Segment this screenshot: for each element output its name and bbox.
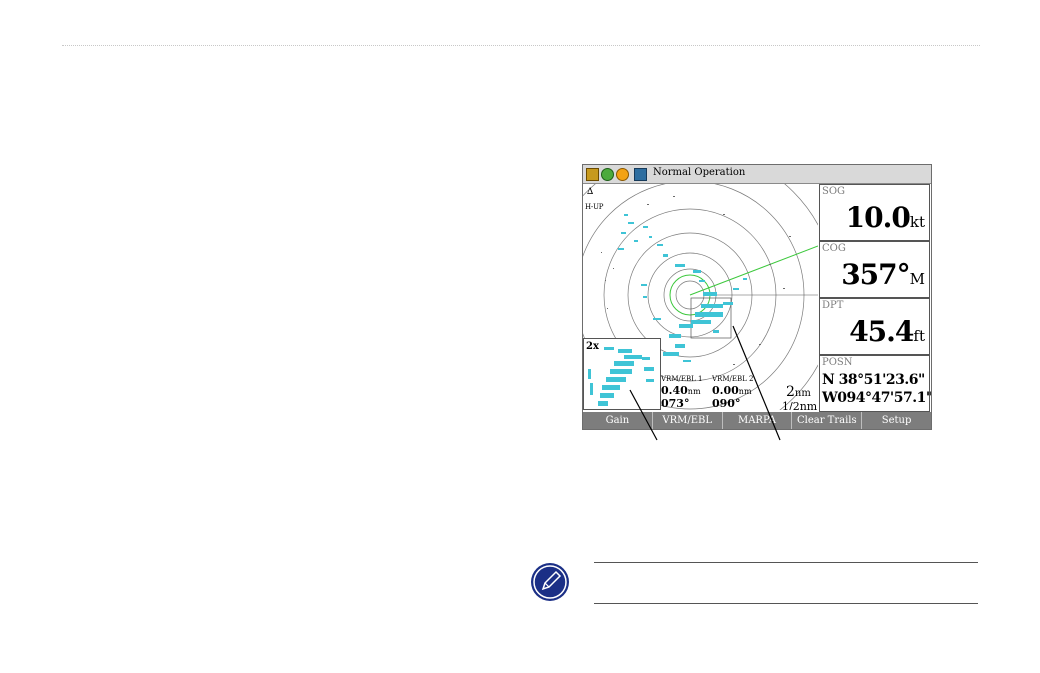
dpt-panel[interactable]: DPT 45.4ft: [819, 298, 930, 355]
sog-value: 10.0kt: [845, 201, 925, 234]
softkey-bar: Gain VRM/EBL MARPA Clear Trails Setup: [583, 412, 931, 429]
sog-panel[interactable]: SOG 10.0kt: [819, 184, 930, 241]
zoom-window[interactable]: 2x: [583, 338, 661, 410]
note-top-rule: [594, 562, 978, 563]
cog-panel[interactable]: COG 357°M: [819, 241, 930, 298]
page-top-rule: [62, 45, 980, 46]
posn-panel[interactable]: POSN N 38°51'23.6" W094°47'57.1": [819, 355, 932, 412]
vrm1-label: VRM/EBL 1: [661, 375, 703, 383]
status-text: Normal Operation: [653, 167, 746, 178]
sog-label: SOG: [822, 186, 846, 197]
softkey-clear-trails[interactable]: Clear Trails: [792, 412, 863, 429]
gps-icon[interactable]: [601, 168, 614, 181]
vrm2-bearing: 090°: [712, 397, 741, 410]
radar-range: 2nm: [786, 384, 811, 400]
posn-label: POSN: [822, 357, 853, 368]
posn-longitude: W094°47'57.1": [822, 390, 932, 406]
softkey-marpa[interactable]: MARPA: [723, 412, 793, 429]
orientation-mode: H-UP: [585, 203, 604, 211]
radar-display[interactable]: ∆ H-UP 2x VRM/EBL 1 0.40nm 073° VRM/EBL …: [583, 184, 818, 410]
north-arrow-icon: ∆: [587, 187, 594, 197]
posn-latitude: N 38°51'23.6": [822, 372, 925, 388]
cog-value: 357°M: [841, 258, 925, 291]
radar-icon[interactable]: [634, 168, 647, 181]
ring-spacing: 1/2nm: [782, 400, 818, 410]
chart-icon[interactable]: [586, 168, 599, 181]
cog-label: COG: [822, 243, 846, 254]
chartplotter-screen: Normal Operation ∆ H-UP 2x VRM/EBL 1 0.4…: [582, 164, 932, 430]
vrm1-distance: 0.40nm: [661, 384, 701, 397]
dpt-label: DPT: [822, 300, 844, 311]
softkey-setup[interactable]: Setup: [862, 412, 931, 429]
zoom-level-label: 2x: [586, 341, 599, 352]
status-bar: Normal Operation: [583, 165, 931, 184]
vrm2-distance: 0.00nm: [712, 384, 752, 397]
dpt-value: 45.4ft: [849, 315, 925, 348]
note-bottom-rule: [594, 603, 978, 604]
vrm1-bearing: 073°: [661, 397, 690, 410]
satellite-icon[interactable]: [616, 168, 629, 181]
softkey-gain[interactable]: Gain: [583, 412, 653, 429]
note-pencil-icon: [531, 563, 569, 601]
softkey-vrm-ebl[interactable]: VRM/EBL: [653, 412, 723, 429]
vrm2-label: VRM/EBL 2: [712, 375, 754, 383]
